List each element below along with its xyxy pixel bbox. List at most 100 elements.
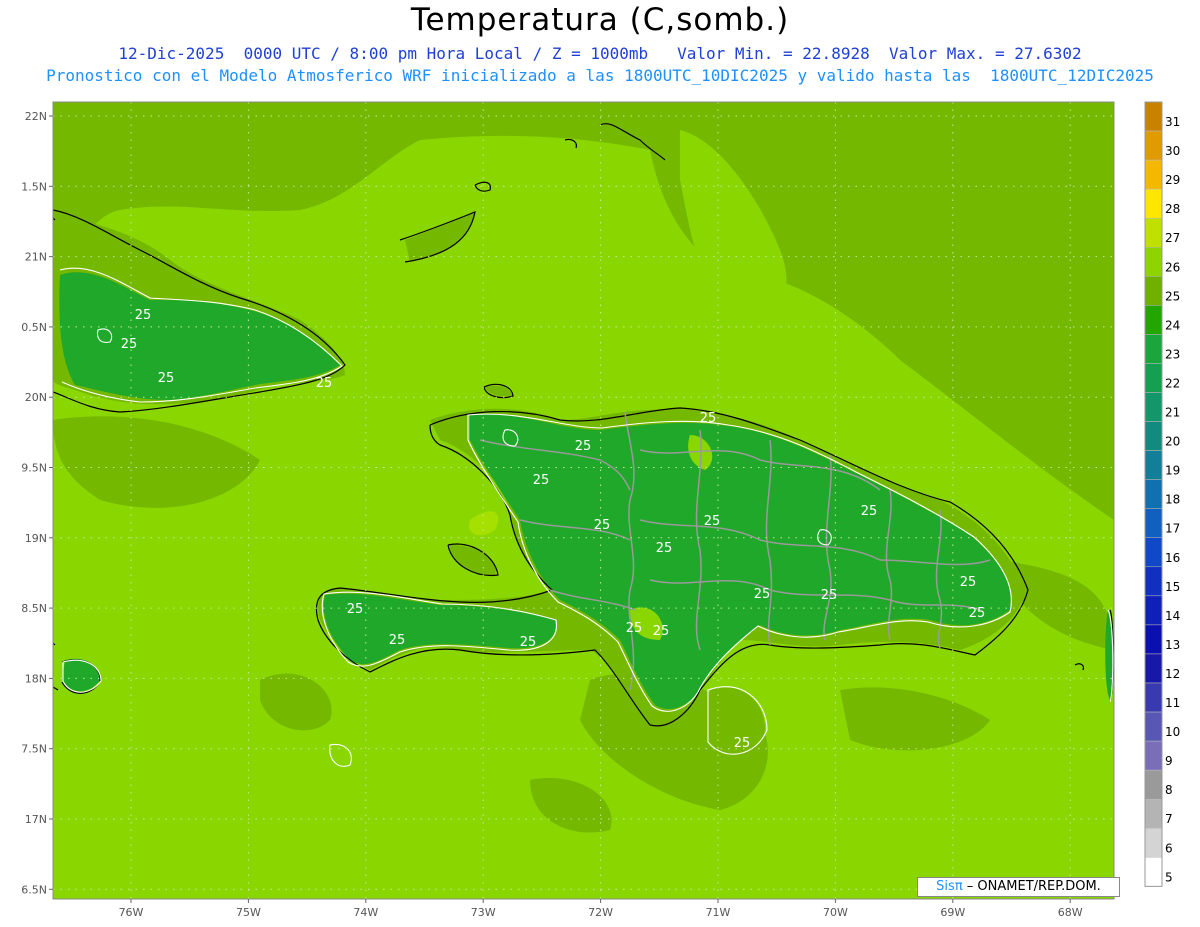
colorbar-label: 24 xyxy=(1165,318,1180,332)
colorbar-label: 22 xyxy=(1165,376,1180,390)
colorbar-label: 26 xyxy=(1165,260,1180,274)
colorbar-label: 27 xyxy=(1165,231,1180,245)
lat-tick-label: 22N xyxy=(25,110,47,123)
colorbar-cell xyxy=(1144,450,1163,480)
lat-tick-label: 19N xyxy=(25,532,47,545)
colorbar-label: 15 xyxy=(1165,580,1180,594)
contour-label: 25 xyxy=(347,602,364,617)
contour-label: 25 xyxy=(533,473,550,488)
contour-label: 25 xyxy=(861,504,878,519)
lat-tick-label: 9.5N xyxy=(21,462,47,475)
colorbar-label: 21 xyxy=(1165,406,1180,420)
coastline xyxy=(53,217,56,221)
contour-label: 25 xyxy=(754,587,771,602)
colorbar-label: 16 xyxy=(1165,551,1180,565)
colorbar-cell xyxy=(1144,653,1163,684)
lat-tick-label: 21N xyxy=(25,251,47,264)
lat-tick-label: 20N xyxy=(25,391,47,404)
lat-tick-label: 18N xyxy=(25,672,47,685)
contour-label: 25 xyxy=(704,514,721,529)
colorbar-cell xyxy=(1144,305,1163,335)
colorbar-cell xyxy=(1144,421,1163,451)
contour-label: 25 xyxy=(960,575,977,590)
colorbar-label: 31 xyxy=(1165,115,1180,129)
colorbar-cell xyxy=(1144,334,1163,364)
colorbar-cell xyxy=(1144,857,1163,887)
colorbar: 31 30 29 28 27 26 25 24 23 22 21 20 19 18 17 16 15 14 13 12… xyxy=(1144,101,1180,887)
coastline xyxy=(53,642,56,646)
lon-tick-label: 70W xyxy=(823,906,848,919)
colorbar-cell xyxy=(1144,740,1163,771)
lon-tick-label: 76W xyxy=(119,906,144,919)
credit-brand: Sis xyxy=(936,879,955,894)
colorbar-label: 23 xyxy=(1165,347,1180,361)
colorbar-cell xyxy=(1144,159,1163,190)
colorbar-label: 8 xyxy=(1165,783,1173,797)
colorbar-cell xyxy=(1144,276,1163,306)
colorbar-label: 6 xyxy=(1165,841,1173,855)
contour-label: 25 xyxy=(575,439,592,454)
colorbar-cell xyxy=(1144,828,1163,858)
credit-box: Sisπ – ONAMET/REP.DOM. xyxy=(917,877,1120,897)
colorbar-label: 17 xyxy=(1165,522,1180,536)
colorbar-label: 10 xyxy=(1165,725,1180,739)
lat-tick-label: 7.5N xyxy=(21,743,47,756)
lon-tick-label: 73W xyxy=(471,906,496,919)
lat-tick-label: 6.5N xyxy=(21,883,47,896)
colorbar-label: 28 xyxy=(1165,202,1180,216)
contour-label: 25 xyxy=(656,541,673,556)
contour-label: 25 xyxy=(700,411,717,426)
contour-label: 25 xyxy=(389,633,406,648)
contour-label: 25 xyxy=(135,308,152,323)
colorbar-cell xyxy=(1144,188,1163,219)
colorbar-label: 5 xyxy=(1165,870,1173,884)
colorbar-cell xyxy=(1144,363,1163,393)
lon-tick-label: 68W xyxy=(1058,906,1083,919)
colorbar-cell xyxy=(1144,217,1163,248)
colorbar-label: 30 xyxy=(1165,144,1180,158)
colorbar-label: 29 xyxy=(1165,173,1180,187)
contour-label: 25 xyxy=(520,635,537,650)
lon-tick-label: 72W xyxy=(588,906,613,919)
colorbar-cell xyxy=(1144,682,1163,713)
contour-label: 25 xyxy=(821,588,838,603)
colorbar-label: 18 xyxy=(1165,493,1180,507)
credit-text: – ONAMET/REP.DOM. xyxy=(966,879,1101,894)
colorbar-cell xyxy=(1144,624,1163,655)
lat-tick-label: 17N xyxy=(25,813,47,826)
colorbar-cell xyxy=(1144,711,1163,742)
contour-label: 25 xyxy=(121,337,138,352)
contour-label: 25 xyxy=(626,621,643,636)
colorbar-label: 12 xyxy=(1165,667,1180,681)
colorbar-cell xyxy=(1144,247,1163,277)
colorbar-label: 20 xyxy=(1165,435,1180,449)
colorbar-label: 11 xyxy=(1165,696,1180,710)
contour-label: 25 xyxy=(316,376,333,391)
colorbar-cell xyxy=(1144,769,1163,800)
contour-label: 25 xyxy=(653,624,670,639)
colorbar-label: 7 xyxy=(1165,812,1173,826)
colorbar-cell xyxy=(1144,595,1163,626)
colorbar-label: 25 xyxy=(1165,289,1180,303)
colorbar-cell xyxy=(1144,392,1163,422)
lon-tick-label: 74W xyxy=(353,906,378,919)
colorbar-cell xyxy=(1144,101,1163,132)
contour-label: 25 xyxy=(594,518,611,533)
colorbar-label: 13 xyxy=(1165,638,1180,652)
lat-tick-label: 1.5N xyxy=(21,180,47,193)
lat-tick-label: 0.5N xyxy=(21,321,47,334)
colorbar-cell xyxy=(1144,537,1163,568)
credit-pi-icon: π xyxy=(954,879,963,894)
colorbar-cell xyxy=(1144,508,1163,539)
lon-tick-label: 75W xyxy=(236,906,261,919)
lat-tick-label: 8.5N xyxy=(21,602,47,615)
contour-label: 25 xyxy=(734,736,751,751)
colorbar-cell xyxy=(1144,130,1163,161)
contour-label: 25 xyxy=(969,606,986,621)
colorbar-cell xyxy=(1144,798,1163,829)
colorbar-label: 19 xyxy=(1165,464,1180,478)
contour-label: 25 xyxy=(158,371,175,386)
colorbar-cell xyxy=(1144,479,1163,509)
lon-tick-label: 71W xyxy=(706,906,731,919)
map-canvas: 25 25 25 25 25 25 25 25 25 25 25 25 25 25 25 25 25 25 25 25… xyxy=(21,101,1180,919)
